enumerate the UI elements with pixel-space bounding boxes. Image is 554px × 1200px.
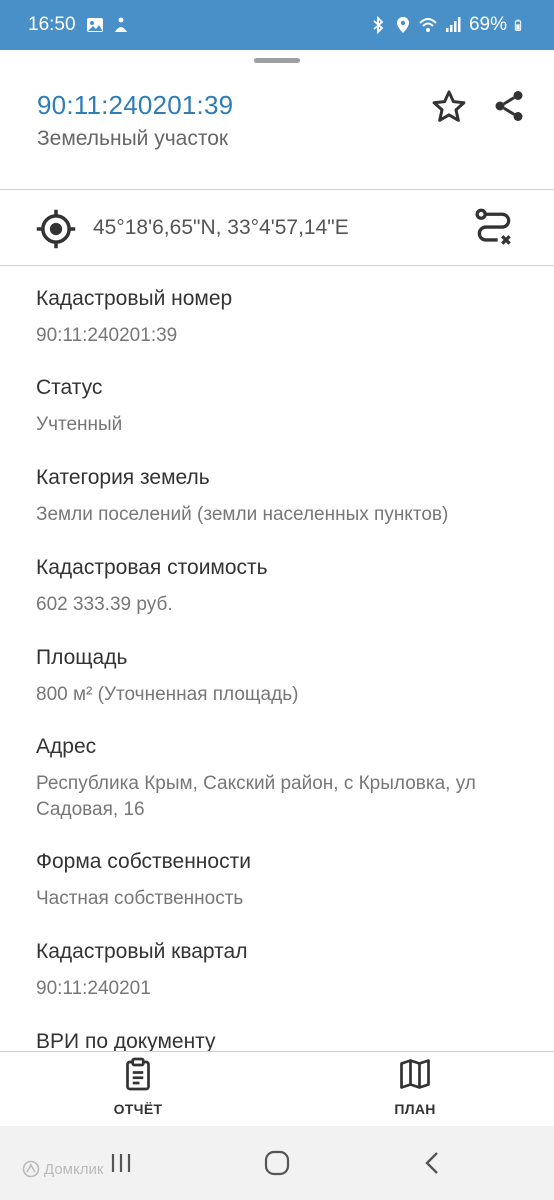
field-land-category: Категория земель Земли поселений (земли … bbox=[36, 465, 536, 528]
field-label: Форма собственности bbox=[36, 850, 251, 873]
gallery-icon bbox=[86, 18, 103, 32]
battery-percent: 69% bbox=[468, 14, 507, 35]
home-icon[interactable] bbox=[262, 1148, 292, 1178]
field-label: Кадастровая стоимость bbox=[36, 556, 268, 579]
favorite-star-icon[interactable] bbox=[430, 88, 468, 126]
battery-icon bbox=[514, 19, 522, 31]
back-icon[interactable] bbox=[418, 1148, 448, 1178]
bottom-action-bar: ОТЧЁТ ПЛАН bbox=[0, 1052, 554, 1126]
signal-icon bbox=[445, 17, 461, 32]
field-cadastral-value: Кадастровая стоимость 602 333.39 руб. bbox=[36, 555, 536, 618]
field-label: Площадь bbox=[36, 646, 128, 669]
location-icon bbox=[396, 17, 409, 33]
field-address: Адрес Республика Крым, Сакский район, с … bbox=[36, 734, 536, 823]
field-label: Адрес bbox=[36, 735, 97, 758]
plan-button[interactable]: ПЛАН bbox=[355, 1056, 475, 1117]
object-header: 90:11:240201:39 Земельный участок bbox=[0, 70, 554, 190]
sheet-drag-handle[interactable] bbox=[254, 58, 300, 63]
plan-label: ПЛАН bbox=[394, 1101, 436, 1117]
field-ownership: Форма собственности Частная собственност… bbox=[36, 849, 536, 912]
field-label: Статус bbox=[36, 376, 103, 399]
recent-apps-icon[interactable] bbox=[106, 1148, 136, 1178]
report-label: ОТЧЁТ bbox=[113, 1101, 163, 1117]
gps-target-icon[interactable] bbox=[35, 208, 77, 250]
field-value: 90:11:240201:39 bbox=[36, 325, 178, 346]
wifi-icon bbox=[419, 18, 437, 32]
status-time: 16:50 bbox=[28, 14, 76, 35]
field-cadastral-block: Кадастровый квартал 90:11:240201 bbox=[36, 939, 536, 1002]
field-value: Учтенный bbox=[36, 414, 123, 435]
field-value: Земли поселений (земли населенных пункто… bbox=[36, 504, 449, 525]
coordinates-row: 45°18'6,65"N, 33°4'57,14"E bbox=[0, 191, 554, 265]
share-icon[interactable] bbox=[491, 88, 527, 124]
field-value: Республика Крым, Сакский район, с Крылов… bbox=[36, 773, 476, 820]
field-permitted-use: ВРИ по документу bbox=[36, 1029, 536, 1051]
field-label: Категория земель bbox=[36, 466, 210, 489]
field-label: Кадастровый номер bbox=[36, 287, 233, 310]
cadastral-title: 90:11:240201:39 bbox=[37, 90, 234, 120]
field-label: ВРИ по документу bbox=[36, 1030, 216, 1051]
field-status: Статус Учтенный bbox=[36, 375, 536, 438]
field-value: 800 м² (Уточненная площадь) bbox=[36, 684, 299, 705]
field-value: Частная собственность bbox=[36, 888, 244, 909]
bluetooth-icon bbox=[373, 16, 384, 34]
divider bbox=[0, 189, 554, 190]
clipboard-icon bbox=[126, 1057, 150, 1091]
watermark-logo-icon bbox=[22, 1160, 40, 1178]
status-bar: 16:50 69% bbox=[0, 0, 554, 50]
field-value: 602 333.39 руб. bbox=[36, 594, 173, 615]
watermark: Домклик bbox=[22, 1160, 103, 1178]
object-type: Земельный участок bbox=[37, 127, 229, 150]
report-button[interactable]: ОТЧЁТ bbox=[78, 1056, 198, 1117]
route-icon[interactable] bbox=[472, 206, 516, 250]
field-label: Кадастровый квартал bbox=[36, 940, 248, 963]
field-value: 90:11:240201 bbox=[36, 978, 151, 999]
accessibility-icon bbox=[114, 17, 127, 32]
details-list[interactable]: Кадастровый номер 90:11:240201:39 Статус… bbox=[0, 266, 554, 1051]
map-icon bbox=[400, 1059, 430, 1089]
field-cadastral-number: Кадастровый номер 90:11:240201:39 bbox=[36, 286, 536, 349]
coordinates-text[interactable]: 45°18'6,65"N, 33°4'57,14"E bbox=[93, 216, 349, 240]
field-area: Площадь 800 м² (Уточненная площадь) bbox=[36, 645, 536, 708]
